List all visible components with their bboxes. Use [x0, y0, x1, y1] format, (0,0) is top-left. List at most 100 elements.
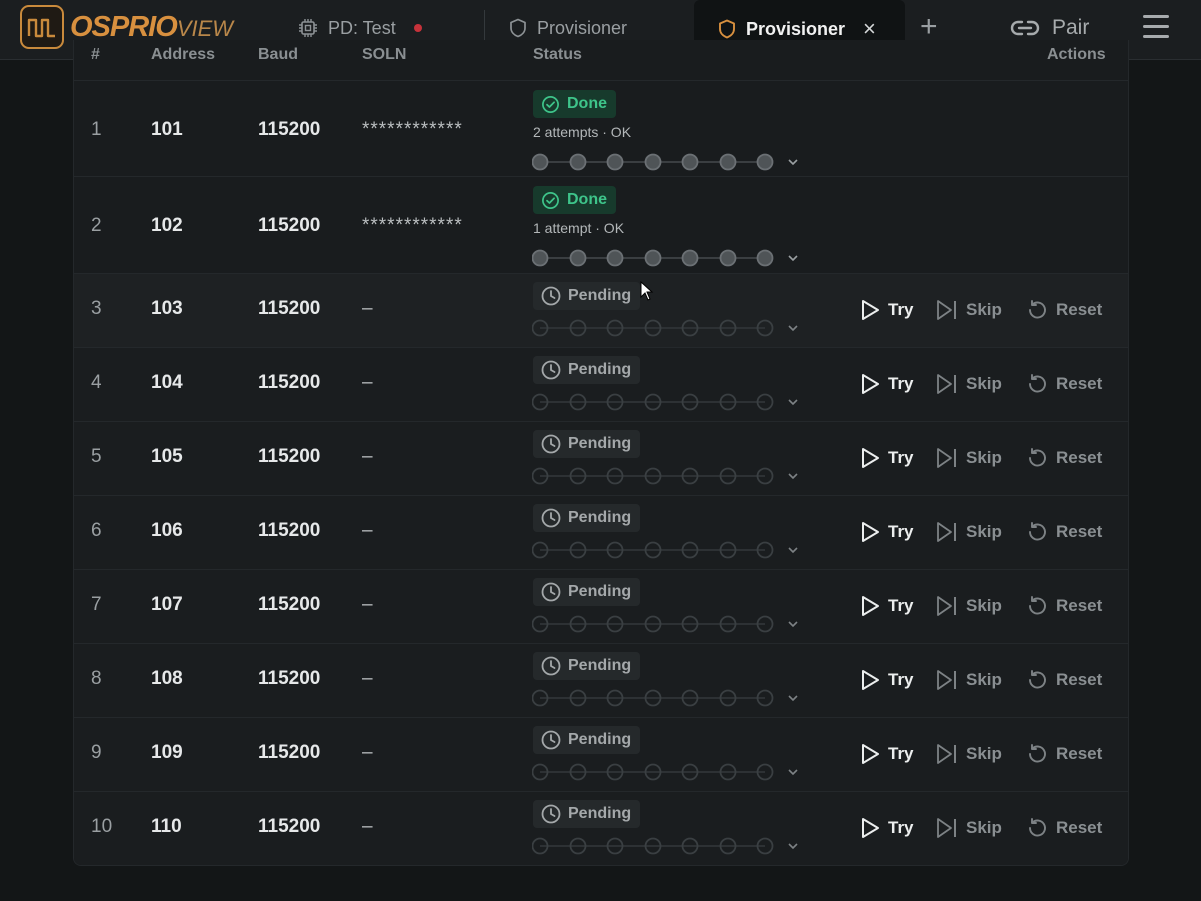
table-row[interactable]: 9 109 115200 – Pending Try Skip Reset: [74, 717, 1128, 791]
reset-button[interactable]: Reset: [1026, 299, 1102, 321]
row-actions: Try Skip Reset: [860, 669, 1102, 691]
chevron-down-icon: [788, 695, 798, 702]
reset-icon: [1029, 300, 1046, 319]
row-address: 101: [151, 119, 183, 140]
table-row[interactable]: 1 101 115200 ************ Done 2 attempts · O…: [74, 80, 1128, 177]
pair-label: Pair: [1052, 16, 1090, 39]
skip-icon: [937, 596, 956, 616]
table-row[interactable]: 6 106 115200 – Pending Try Skip Reset: [74, 495, 1128, 569]
skip-icon: [937, 374, 956, 394]
action-label: Skip: [966, 596, 1002, 615]
col-header-status: Status: [533, 46, 582, 63]
status-badge: Pending: [533, 652, 641, 680]
table-row[interactable]: 8 108 115200 – Pending Try Skip Reset: [74, 643, 1128, 717]
clock-icon: [541, 656, 561, 676]
status-badge: Pending: [533, 356, 641, 384]
row-number: 9: [91, 742, 102, 763]
logo-wordmark: OSPRIOVIEW: [70, 10, 234, 43]
skip-button[interactable]: Skip: [936, 447, 1026, 469]
reset-button[interactable]: Reset: [1026, 743, 1102, 765]
action-label: Skip: [966, 522, 1002, 541]
try-button[interactable]: Try: [860, 299, 936, 321]
action-label: Try: [888, 522, 914, 541]
menu-icon[interactable]: [1143, 15, 1169, 45]
table-row[interactable]: 7 107 115200 – Pending Try Skip Reset: [74, 569, 1128, 643]
action-label: Try: [888, 596, 914, 615]
col-header-actions: Actions: [1047, 46, 1106, 63]
shield-icon: [719, 19, 735, 39]
try-button[interactable]: Try: [860, 447, 936, 469]
play-icon: [862, 744, 879, 764]
row-secret: –: [362, 742, 374, 763]
chevron-down-icon: [788, 769, 798, 776]
step-dot: [681, 249, 699, 267]
step-dot: [644, 153, 662, 171]
play-icon: [862, 448, 879, 468]
action-label: Skip: [966, 744, 1002, 763]
status-label: Done: [567, 95, 607, 112]
reset-button[interactable]: Reset: [1026, 595, 1102, 617]
reset-button[interactable]: Reset: [1026, 817, 1102, 839]
table-row[interactable]: 2 102 115200 ************ Done 1 attempt · OK: [74, 176, 1128, 273]
row-address: 110: [151, 816, 182, 837]
step-progress: [532, 688, 804, 708]
row-baud: 115200: [258, 742, 321, 763]
action-label: Skip: [966, 300, 1002, 319]
check-circle-icon: [542, 95, 559, 113]
chevron-down-icon: [788, 843, 798, 850]
action-label: Reset: [1056, 670, 1103, 689]
play-icon: [862, 374, 879, 394]
skip-button[interactable]: Skip: [936, 817, 1026, 839]
skip-button[interactable]: Skip: [936, 743, 1026, 765]
row-address: 106: [151, 520, 183, 541]
try-button[interactable]: Try: [860, 373, 936, 395]
action-label: Reset: [1056, 300, 1103, 319]
action-label: Skip: [966, 448, 1002, 467]
skip-button[interactable]: Skip: [936, 669, 1026, 691]
status-badge: Pending: [533, 504, 641, 532]
skip-button[interactable]: Skip: [936, 299, 1026, 321]
close-tab-icon[interactable]: ×: [863, 16, 876, 42]
attempts-text: 2 attempts · OK: [533, 124, 632, 140]
action-label: Try: [888, 300, 914, 319]
action-label: Reset: [1056, 744, 1103, 763]
status-badge: Pending: [533, 800, 641, 828]
try-button[interactable]: Try: [860, 595, 936, 617]
row-number: 1: [91, 119, 102, 140]
status-badge: Pending: [533, 282, 641, 310]
reset-button[interactable]: Reset: [1026, 447, 1102, 469]
table-row[interactable]: 4 104 115200 – Pending Try Skip Reset: [74, 347, 1128, 421]
skip-button[interactable]: Skip: [936, 595, 1026, 617]
add-tab-button[interactable]: +: [920, 12, 938, 42]
row-secret: –: [362, 520, 374, 541]
try-button[interactable]: Try: [860, 817, 936, 839]
step-progress: [532, 152, 804, 172]
reset-icon: [1029, 596, 1046, 615]
reset-button[interactable]: Reset: [1026, 669, 1102, 691]
row-baud: 115200: [258, 594, 321, 615]
reset-button[interactable]: Reset: [1026, 373, 1102, 395]
try-button[interactable]: Try: [860, 743, 936, 765]
status-label: Pending: [568, 805, 632, 822]
table-row[interactable]: 10 110 115200 – Pending Try Skip Reset: [74, 791, 1128, 865]
try-button[interactable]: Try: [860, 521, 936, 543]
table-row[interactable]: 3 103 115200 – Pending Try Skip Reset: [74, 273, 1128, 347]
chevron-down-icon: [788, 325, 798, 332]
skip-button[interactable]: Skip: [936, 373, 1026, 395]
step-progress: [532, 248, 804, 268]
try-button[interactable]: Try: [860, 669, 936, 691]
row-actions: Try Skip Reset: [860, 521, 1102, 543]
step-progress: [532, 540, 804, 560]
chevron-down-icon: [788, 255, 798, 262]
row-number: 4: [91, 372, 102, 393]
reset-button[interactable]: Reset: [1026, 521, 1102, 543]
status-badge: Pending: [533, 578, 641, 606]
row-address: 108: [151, 668, 183, 689]
row-actions: Try Skip Reset: [860, 743, 1102, 765]
play-icon: [862, 596, 879, 616]
step-dot: [532, 153, 549, 171]
step-dot: [681, 153, 699, 171]
skip-button[interactable]: Skip: [936, 521, 1026, 543]
logo-mark-icon: [20, 5, 64, 49]
table-row[interactable]: 5 105 115200 – Pending Try Skip Reset: [74, 421, 1128, 495]
